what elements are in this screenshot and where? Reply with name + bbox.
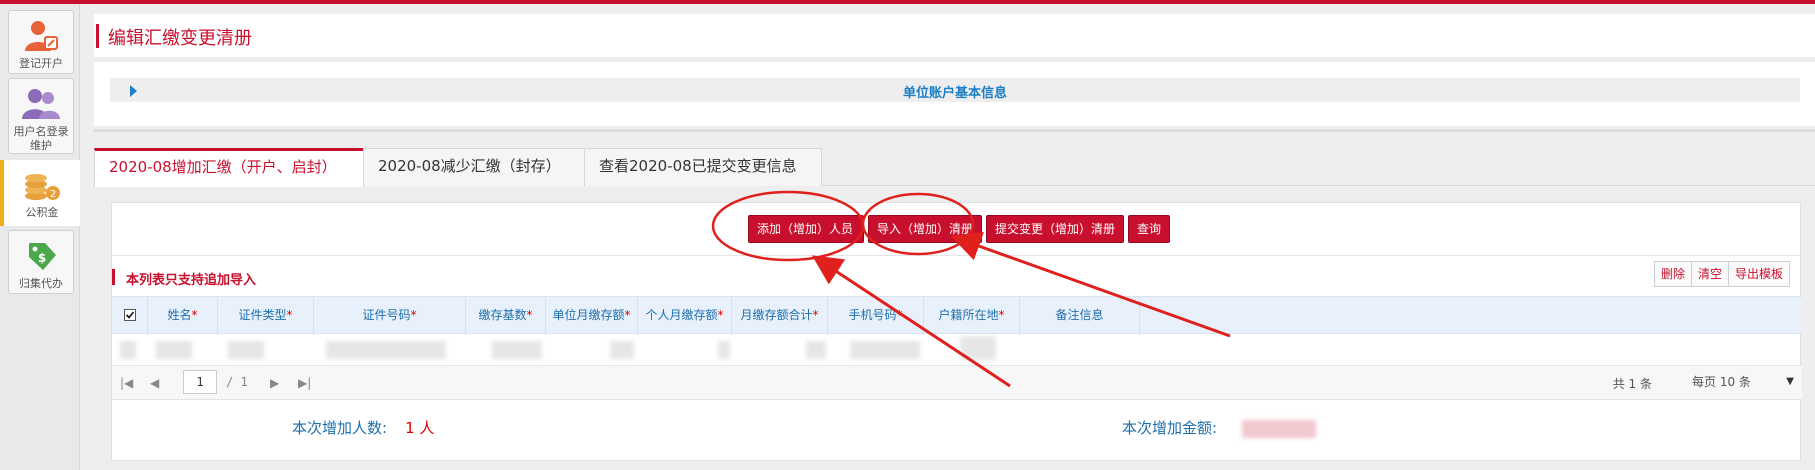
redacted-cell bbox=[492, 341, 542, 359]
col-header-personal-monthly[interactable]: 个人月缴存额* bbox=[638, 297, 732, 335]
chevron-down-icon: ▼ bbox=[1786, 376, 1794, 387]
checkbox-checked-icon bbox=[123, 309, 136, 321]
last-page-icon[interactable]: ▶| bbox=[298, 376, 311, 390]
summary-count-label: 本次增加人数: bbox=[292, 419, 388, 437]
register-user-icon bbox=[25, 21, 58, 51]
redacted-amount bbox=[1242, 420, 1316, 438]
sidebar-item-collection-agent[interactable]: $ 归集代办 bbox=[8, 230, 74, 294]
col-header-name[interactable]: 姓名* bbox=[148, 297, 218, 335]
redacted-cell bbox=[718, 341, 730, 359]
next-page-icon[interactable]: ▶ bbox=[270, 376, 279, 390]
add-person-button[interactable]: 添加（增加）人员 bbox=[748, 215, 864, 243]
col-header-phone[interactable]: 手机号码* bbox=[828, 297, 924, 335]
record-count: 共 1 条 bbox=[1612, 377, 1652, 391]
page-size-select[interactable]: 每页 10 条 ▼ bbox=[1688, 371, 1798, 395]
users-icon bbox=[22, 89, 60, 119]
section-title: 本列表只支持追加导入 bbox=[126, 273, 257, 288]
col-header-residence[interactable]: 户籍所在地* bbox=[924, 297, 1020, 335]
coins-icon: 2 bbox=[25, 174, 60, 200]
sidebar-item-account-maintain[interactable]: 用户名登录维护 bbox=[8, 78, 74, 154]
redacted-cell bbox=[120, 341, 136, 359]
divider bbox=[112, 255, 1800, 256]
section-accent-bar bbox=[112, 269, 115, 285]
info-panel-label: 单位账户基本信息 bbox=[902, 86, 1007, 101]
col-header-remark[interactable]: 备注信息 bbox=[1020, 297, 1140, 335]
redacted-cell bbox=[806, 341, 826, 359]
summary-amount: 本次增加金额: bbox=[1122, 417, 1217, 438]
submit-change-button[interactable]: 提交变更（增加）清册 bbox=[986, 215, 1124, 243]
query-button[interactable]: 查询 bbox=[1128, 215, 1170, 243]
table-header: 姓名* 证件类型* 证件号码* 缴存基数* 单位月缴存额* 个人月缴存额* 月缴… bbox=[112, 296, 1802, 335]
badge-count: 2 bbox=[50, 189, 56, 200]
table-tools: 删除 清空 导出模板 bbox=[1653, 261, 1790, 287]
export-template-button[interactable]: 导出模板 bbox=[1727, 261, 1790, 287]
col-header-id-number[interactable]: 证件号码* bbox=[314, 297, 466, 335]
sidebar-item-label: 归集代办 bbox=[19, 277, 63, 290]
sidebar-item-register[interactable]: 登记开户 bbox=[8, 10, 74, 74]
redacted-cell bbox=[850, 341, 920, 359]
divider bbox=[94, 129, 1815, 132]
sidebar-item-provident-fund[interactable]: 2 公积金 bbox=[0, 160, 80, 226]
money-tag-icon: $ bbox=[29, 243, 56, 270]
col-header-monthly-total[interactable]: 月缴存额合计* bbox=[732, 297, 828, 335]
redacted-cell bbox=[960, 336, 996, 360]
title-accent-bar bbox=[96, 24, 99, 48]
page-number-input[interactable]: 1 bbox=[183, 370, 217, 394]
page-title: 编辑汇缴变更清册 bbox=[108, 28, 252, 49]
col-header-id-type[interactable]: 证件类型* bbox=[218, 297, 314, 335]
col-header-unit-monthly[interactable]: 单位月缴存额* bbox=[546, 297, 638, 335]
clear-button[interactable]: 清空 bbox=[1690, 261, 1729, 287]
sidebar-item-label: 登记开户 bbox=[19, 57, 63, 70]
sidebar-item-label: 用户名登录维护 bbox=[13, 125, 69, 152]
redacted-cell bbox=[326, 341, 446, 359]
tab-increase[interactable]: 2020-08增加汇缴（开户、启封） bbox=[94, 148, 364, 187]
select-all-checkbox[interactable] bbox=[112, 297, 148, 335]
table-row[interactable] bbox=[112, 334, 1802, 366]
redacted-cell bbox=[228, 341, 264, 359]
info-panel-toggle[interactable]: 单位账户基本信息 bbox=[110, 78, 1800, 102]
content-panel: 添加（增加）人员 导入（增加）清册 提交变更（增加）清册 查询 本列表只支持追加… bbox=[111, 202, 1802, 461]
summary-amount-label: 本次增加金额: bbox=[1122, 419, 1218, 437]
summary-count-value: 1 人 bbox=[405, 419, 435, 437]
delete-button[interactable]: 删除 bbox=[1653, 261, 1692, 287]
action-bar: 添加（增加）人员 导入（增加）清册 提交变更（增加）清册 查询 bbox=[112, 215, 1800, 243]
pagination-bar: |◀ ◀ 1 / 1 ▶ ▶| 共 1 条 每页 10 条 ▼ bbox=[112, 366, 1802, 400]
tab-bar: 2020-08增加汇缴（开户、启封） 2020-08减少汇缴（封存） 查看202… bbox=[94, 148, 1815, 187]
page-header: 编辑汇缴变更清册 bbox=[94, 14, 1815, 57]
summary-count: 本次增加人数: 1 人 bbox=[292, 417, 434, 438]
page-size-value: 每页 10 条 bbox=[1692, 375, 1751, 389]
first-page-icon[interactable]: |◀ bbox=[120, 376, 133, 390]
sidebar-item-label: 公积金 bbox=[25, 206, 59, 219]
tab-decrease[interactable]: 2020-08减少汇缴（封存） bbox=[363, 148, 585, 186]
prev-page-icon[interactable]: ◀ bbox=[150, 376, 159, 390]
sidebar: 登记开户 用户名登录维护 2 公积金 $ 归集代办 bbox=[0, 4, 80, 470]
tab-view-submitted[interactable]: 查看2020-08已提交变更信息 bbox=[584, 148, 822, 186]
main-area: 编辑汇缴变更清册 单位账户基本信息 2020-08增加汇缴（开户、启封） 202… bbox=[80, 4, 1815, 470]
page-total: / 1 bbox=[226, 375, 248, 389]
col-header-base[interactable]: 缴存基数* bbox=[466, 297, 546, 335]
redacted-cell bbox=[610, 341, 634, 359]
info-panel: 单位账户基本信息 bbox=[94, 62, 1815, 126]
redacted-cell bbox=[156, 341, 192, 359]
import-list-button[interactable]: 导入（增加）清册 bbox=[868, 215, 982, 243]
svg-text:$: $ bbox=[38, 251, 46, 265]
